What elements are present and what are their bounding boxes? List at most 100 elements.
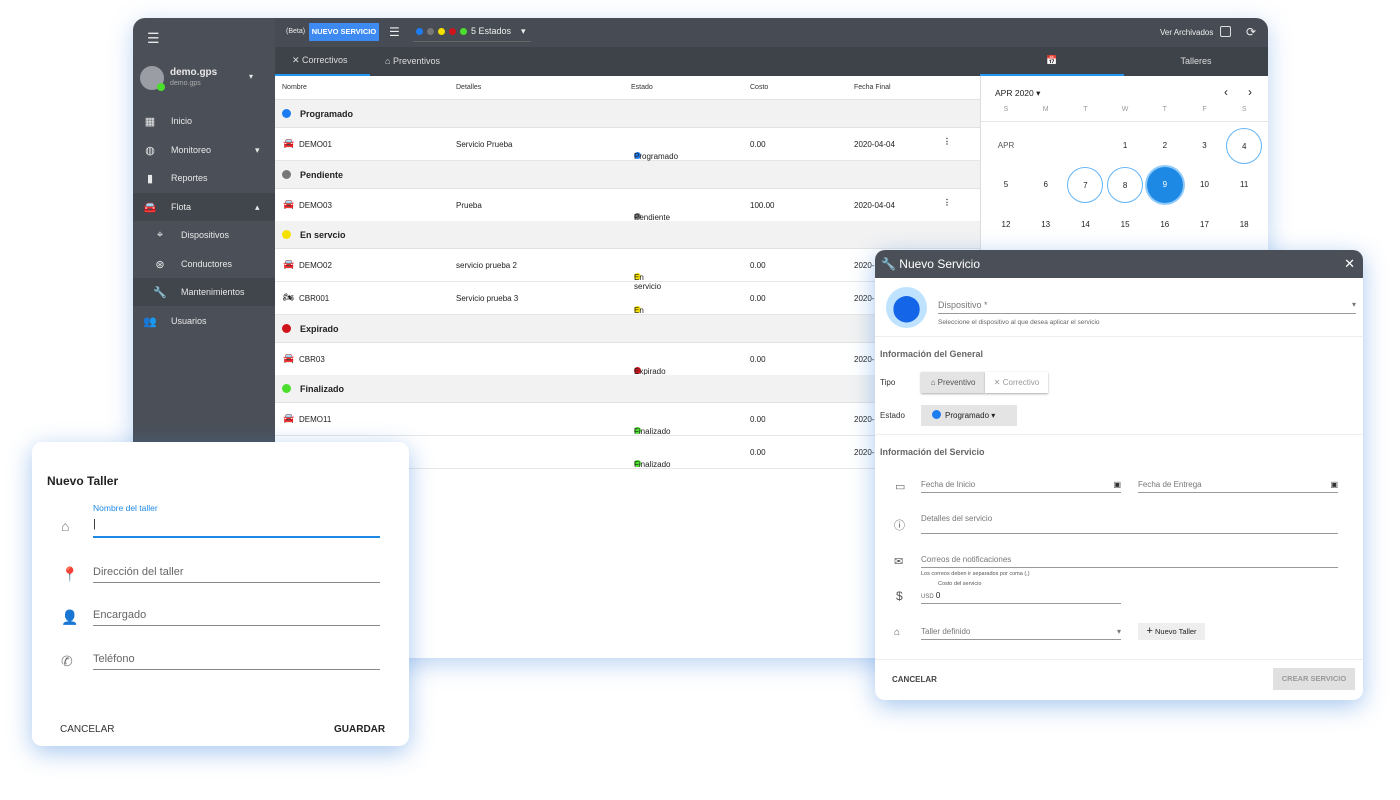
group-row[interactable]: Pendiente xyxy=(275,161,980,189)
label: Inicio xyxy=(171,116,193,126)
device-label: Dispositivo * xyxy=(938,300,988,310)
sidebar-item-dispositivos[interactable]: ⌖ Dispositivos xyxy=(133,221,275,249)
telefono-input[interactable]: ✆ Teléfono xyxy=(61,653,380,670)
new-service-button[interactable]: NUEVO SERVICIO xyxy=(309,23,379,41)
menu-icon[interactable]: ☰ xyxy=(147,30,160,47)
calendar-day[interactable]: 16 xyxy=(1147,207,1183,243)
date-picker-icon[interactable]: ▣ xyxy=(1330,480,1338,489)
preventivo-toggle[interactable]: ⌂ Preventivo xyxy=(921,372,985,393)
weekday-label: T xyxy=(1083,106,1088,113)
save-button[interactable]: GUARDAR xyxy=(334,724,385,735)
chevron-down-icon: ▾ xyxy=(255,144,260,155)
tab-preventivos[interactable]: ⌂ Preventivos xyxy=(385,47,440,76)
estado-select[interactable]: Programado ▾ xyxy=(921,405,1017,426)
tipo-label: Tipo xyxy=(880,378,896,387)
fecha-inicio-input[interactable]: Fecha de Inicio ▣ xyxy=(921,480,1121,493)
chevron-up-icon: ▴ xyxy=(255,201,260,212)
date-picker-icon[interactable]: ▣ xyxy=(1113,480,1121,489)
calendar-day[interactable]: 9 xyxy=(1146,167,1183,204)
detalles-textarea[interactable]: Detalles del servicio xyxy=(921,514,1338,534)
divider xyxy=(875,336,1363,337)
cancel-button[interactable]: CANCELAR xyxy=(60,724,114,735)
sidebar-item-mantenimientos[interactable]: 🔧 Mantenimientos xyxy=(133,278,275,306)
group-row[interactable]: Programado xyxy=(275,100,980,128)
column-header[interactable]: Estado xyxy=(631,84,653,91)
cell-cost: 0.00 xyxy=(750,261,766,270)
calendar-day[interactable]: 11 xyxy=(1226,167,1262,203)
user-sub: demo.gps xyxy=(170,80,201,87)
cell-date: 2020-04-04 xyxy=(854,201,895,210)
calendar-day[interactable]: 1 xyxy=(1107,128,1143,164)
car-icon: 🚘 xyxy=(143,201,157,214)
prev-month-icon[interactable]: ‹ xyxy=(1224,85,1228,99)
weekday-label: F xyxy=(1202,106,1207,113)
close-icon[interactable]: ✕ xyxy=(1344,250,1355,278)
tab-correctivos[interactable]: ✕ Correctivos xyxy=(275,47,370,76)
create-service-button[interactable]: CREAR SERVICIO xyxy=(1273,668,1355,690)
calendar-day[interactable]: 15 xyxy=(1107,207,1143,243)
state-label: Finalizado xyxy=(634,460,671,469)
states-filter[interactable]: 5 Estados ▾ xyxy=(413,22,531,42)
cancel-button[interactable]: CANCELAR xyxy=(892,675,937,684)
calendar-day[interactable]: 5 xyxy=(988,167,1024,203)
more-vert-icon[interactable]: ⋮ xyxy=(943,198,951,207)
direccion-input[interactable]: 📍 Dirección del taller xyxy=(61,566,380,583)
calendar-day[interactable]: 6 xyxy=(1028,167,1064,203)
sidebar-item-flota[interactable]: 🚘 Flota ▴ xyxy=(133,193,275,221)
weekday-label: S xyxy=(1241,106,1247,113)
column-header[interactable]: Nombre xyxy=(282,84,307,91)
correctivo-toggle[interactable]: ✕ Correctivo xyxy=(985,372,1048,393)
calendar-day[interactable]: 14 xyxy=(1067,207,1103,243)
sidebar-item-usuarios[interactable]: 👥 Usuarios xyxy=(133,307,275,335)
device-select[interactable]: Dispositivo * ▾ xyxy=(938,300,1356,314)
sidebar-item-monitoreo[interactable]: ◍ Monitoreo ▾ xyxy=(133,136,275,164)
label: Reportes xyxy=(171,173,208,183)
cell-details: Prueba xyxy=(456,201,482,210)
table-row[interactable]: 🚘 DEMO01 Servicio Prueba Programado 0.00 2020… xyxy=(275,128,980,161)
dollar-icon: $ xyxy=(896,589,903,603)
calendar-day[interactable]: 13 xyxy=(1028,207,1064,243)
label: Taller definido xyxy=(921,627,971,636)
tab-calendar[interactable]: 📅 xyxy=(980,47,1124,76)
fecha-entrega-input[interactable]: Fecha de Entrega ▣ xyxy=(1138,480,1338,493)
calendar-day[interactable]: 18 xyxy=(1226,207,1262,243)
cell-cost: 0.00 xyxy=(750,355,766,364)
encargado-input[interactable]: 👤 Encargado xyxy=(61,609,380,626)
plus-icon: + xyxy=(1146,625,1153,637)
column-header[interactable]: Detalles xyxy=(456,84,481,91)
calendar-day[interactable]: 2 xyxy=(1147,128,1183,164)
calendar-day[interactable]: 12 xyxy=(988,207,1024,243)
calendar-day[interactable]: 8 xyxy=(1107,167,1144,204)
calendar-day[interactable]: 7 xyxy=(1067,167,1104,204)
garage-icon: ⌂ xyxy=(61,518,70,534)
nombre-input[interactable]: ⌂ | xyxy=(61,518,380,538)
nuevo-taller-button[interactable]: + Nuevo Taller xyxy=(1138,623,1205,640)
column-header[interactable]: Costo xyxy=(750,84,768,91)
sidebar-item-inicio[interactable]: ▦ Inicio xyxy=(133,107,275,135)
state-dot xyxy=(438,28,445,35)
next-month-icon[interactable]: › xyxy=(1248,85,1252,99)
taller-select[interactable]: Taller definido ▾ xyxy=(921,627,1121,640)
correos-input[interactable]: Correos de notificaciones xyxy=(921,555,1338,568)
calendar-day[interactable]: 3 xyxy=(1187,128,1223,164)
sidebar-item-conductores[interactable]: ⊛ Conductores xyxy=(133,250,275,278)
costo-input[interactable]: USD 0 xyxy=(921,591,1121,604)
chevron-down-icon[interactable]: ▾ xyxy=(249,72,253,81)
car-icon: 🚘 xyxy=(283,138,295,148)
sidebar-item-reportes[interactable]: ▮ Reportes xyxy=(133,164,275,192)
more-vert-icon[interactable]: ⋮ xyxy=(943,137,951,146)
label: Dispositivos xyxy=(181,230,230,240)
archived-checkbox[interactable] xyxy=(1220,26,1231,37)
calendar-day[interactable]: 17 xyxy=(1187,207,1223,243)
calendar-day[interactable]: 10 xyxy=(1187,167,1223,203)
calendar-day[interactable]: 4 xyxy=(1226,128,1263,164)
tab-talleres[interactable]: Talleres xyxy=(1124,47,1268,76)
refresh-icon[interactable]: ⟳ xyxy=(1246,25,1256,39)
column-header[interactable]: Fecha Final xyxy=(854,84,891,91)
calendar-month[interactable]: APR 2020 ▾ xyxy=(995,88,1040,99)
group-row[interactable]: En servcio xyxy=(275,221,980,249)
cell-cost: 0.00 xyxy=(750,415,766,424)
state-dot xyxy=(282,109,291,118)
list-icon[interactable]: ☰ xyxy=(389,25,400,39)
table-row[interactable]: 🚘 DEMO03 Prueba Pendiente 100.00 2020-04-04 ⋮ xyxy=(275,189,980,222)
